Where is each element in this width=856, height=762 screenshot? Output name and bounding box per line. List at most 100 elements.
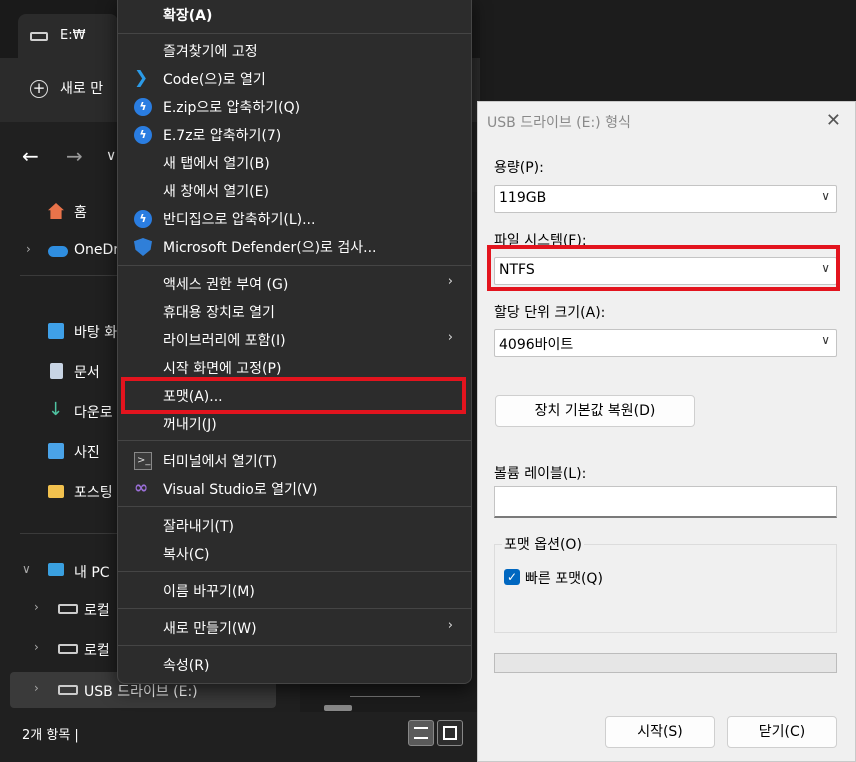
sidebar-item-label: 다운로 (74, 405, 113, 421)
menu-item-open-with-code[interactable]: ❯ Code(으)로 열기 (122, 65, 467, 93)
menu-item-label: 꺼내기(J) (163, 417, 217, 433)
menu-item-expand[interactable]: 확장(A) (122, 1, 467, 29)
menu-item-open-visual-studio[interactable]: ∞ Visual Studio로 열기(V) (122, 475, 467, 503)
menu-item-label: 액세스 권한 부여 (G) (163, 277, 289, 293)
menu-item-open-new-tab[interactable]: 새 탭에서 열기(B) (122, 149, 467, 177)
menu-item-new[interactable]: 새로 만들기(W) › (122, 614, 467, 642)
sidebar-item-label: 로컬 (84, 603, 110, 619)
capacity-select[interactable]: 119GB ∨ (494, 185, 837, 213)
sidebar-item-label: 로컬 (84, 643, 110, 659)
menu-separator (118, 265, 471, 266)
sidebar-item-label: 내 PC (74, 565, 110, 581)
allocation-unit-select[interactable]: 4096바이트 ∨ (494, 329, 837, 357)
menu-item-label: Microsoft Defender(으)로 검사... (163, 240, 377, 256)
chevron-down-icon[interactable]: ∨ (106, 148, 116, 164)
chevron-right-icon[interactable]: › (34, 640, 39, 654)
drive-bar-icon (324, 705, 352, 711)
menu-item-label: Visual Studio로 열기(V) (163, 482, 318, 498)
menu-item-label: 확장(A) (163, 8, 213, 24)
close-button[interactable]: 닫기(C) (727, 716, 837, 748)
chevron-down-icon: ∨ (821, 189, 830, 203)
computer-icon (48, 563, 64, 576)
tiles-view-button[interactable] (437, 720, 463, 746)
menu-item-give-access[interactable]: 액세스 권한 부여 (G) › (122, 270, 467, 298)
menu-item-label: 터미널에서 열기(T) (163, 454, 278, 470)
close-icon[interactable]: ✕ (826, 110, 841, 131)
capacity-label: 용량(P): (494, 160, 544, 176)
start-button[interactable]: 시작(S) (605, 716, 715, 748)
menu-item-label: 속성(R) (163, 658, 210, 674)
menu-item-label: 반디집으로 압축하기(L)... (163, 212, 316, 228)
menu-item-rename[interactable]: 이름 바꾸기(M) (122, 577, 467, 605)
drive-icon (58, 644, 78, 654)
allocation-unit-value: 4096바이트 (499, 337, 574, 353)
volume-label-label: 볼륨 레이블(L): (494, 466, 587, 482)
bandizip-icon: ϟ (134, 98, 152, 116)
chevron-right-icon[interactable]: › (26, 242, 31, 256)
bandizip-icon: ϟ (134, 126, 152, 144)
format-options-group (494, 544, 837, 633)
chevron-right-icon[interactable]: › (34, 600, 39, 614)
sidebar-item-label: 포스팅 (74, 485, 113, 501)
capacity-value: 119GB (499, 190, 547, 206)
chevron-right-icon: › (447, 274, 453, 289)
format-options-title: 포맷 옵션(O) (502, 534, 584, 554)
menu-item-open-new-window[interactable]: 새 창에서 열기(E) (122, 177, 467, 205)
tab-drive-e[interactable]: E:₩ (18, 14, 118, 58)
restore-defaults-button[interactable]: 장치 기본값 복원(D) (495, 395, 695, 427)
menu-separator (118, 571, 471, 572)
drive-icon (58, 604, 78, 614)
menu-item-cut[interactable]: 잘라내기(T) (122, 512, 467, 540)
menu-item-open-portable[interactable]: 휴대용 장치로 열기 (122, 298, 467, 326)
details-view-button[interactable] (408, 720, 434, 746)
menu-item-properties[interactable]: 속성(R) (122, 651, 467, 679)
menu-separator (118, 440, 471, 441)
list-icon (414, 727, 428, 739)
menu-item-bandizip-compress[interactable]: ϟ 반디집으로 압축하기(L)... (122, 205, 467, 233)
menu-item-label: 새로 만들기(W) (163, 621, 257, 637)
menu-item-eject[interactable]: 꺼내기(J) (122, 410, 467, 438)
menu-item-label: E.zip으로 압축하기(Q) (163, 100, 301, 116)
sidebar-item-label: 홈 (74, 205, 87, 221)
menu-separator (118, 608, 471, 609)
menu-item-label: 라이브러리에 포함(I) (163, 333, 286, 349)
sidebar-item-label: 바탕 화 (74, 325, 118, 341)
menu-item-label: 이름 바꾸기(M) (163, 584, 255, 600)
chevron-down-icon: ∨ (821, 333, 830, 347)
menu-separator (118, 33, 471, 34)
folder-icon (48, 485, 64, 498)
quick-format-label[interactable]: 빠른 포맷(Q) (525, 568, 603, 588)
terminal-icon: >_ (134, 452, 152, 470)
menu-item-7z-compress[interactable]: ϟ E.7z로 압축하기(7) (122, 121, 467, 149)
forward-arrow-icon[interactable]: → (66, 144, 83, 168)
sidebar-item-label: OneDr (74, 242, 120, 258)
menu-item-zip-compress[interactable]: ϟ E.zip으로 압축하기(Q) (122, 93, 467, 121)
sidebar-item-label: USB 드라이브 (E:) (84, 684, 198, 700)
menu-item-label: 새 탭에서 열기(B) (163, 156, 270, 172)
menu-item-open-terminal[interactable]: >_ 터미널에서 열기(T) (122, 447, 467, 475)
chevron-right-icon: › (447, 330, 453, 345)
menu-item-pin-favorites[interactable]: 즐겨찾기에 고정 (122, 37, 467, 65)
menu-item-label: E.7z로 압축하기(7) (163, 128, 282, 144)
volume-label-input[interactable] (494, 486, 837, 518)
drive-icon (30, 32, 48, 41)
highlight-format-menu-item (121, 377, 466, 414)
highlight-file-system (487, 245, 840, 291)
usb-drive-icon (58, 685, 78, 695)
context-menu: 확장(A) 즐겨찾기에 고정 ❯ Code(으)로 열기 ϟ E.zip으로 압… (117, 0, 472, 684)
menu-item-copy[interactable]: 복사(C) (122, 540, 467, 568)
menu-item-defender-scan[interactable]: Microsoft Defender(으)로 검사... (122, 233, 467, 261)
menu-item-label: 잘라내기(T) (163, 519, 234, 535)
new-button[interactable]: + 새로 만 (30, 78, 103, 104)
chevron-right-icon[interactable]: › (34, 681, 39, 695)
menu-item-include-library[interactable]: 라이브러리에 포함(I) › (122, 326, 467, 354)
dialog-title: USB 드라이브 (E:) 형식 (487, 115, 631, 131)
back-arrow-icon[interactable]: ← (22, 144, 39, 168)
menu-separator (118, 645, 471, 646)
item-count: 2개 항목 | (22, 728, 79, 743)
menu-item-label: 복사(C) (163, 547, 210, 563)
vscode-icon: ❯ (134, 68, 149, 88)
quick-format-checkbox[interactable]: ✓ (504, 569, 520, 585)
format-progress-bar (494, 653, 837, 673)
chevron-down-icon[interactable]: ∨ (22, 562, 31, 576)
